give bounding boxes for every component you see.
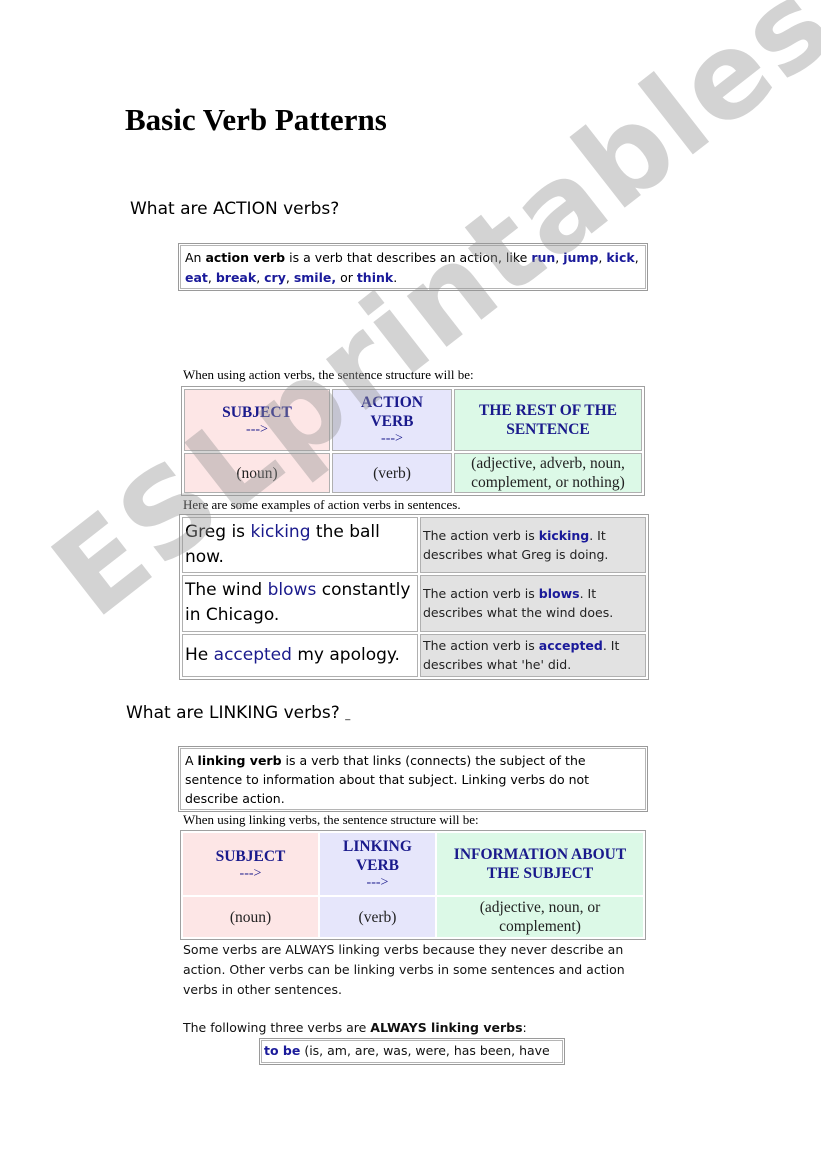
heading-text: What are LINKING verbs?	[126, 703, 340, 723]
highlighted-verb: blows	[538, 586, 580, 602]
header-label: INFORMATION ABOUT THE SUBJECT	[453, 846, 627, 882]
example-verb: eat	[185, 270, 208, 285]
header-label: SUBJECT	[215, 847, 286, 865]
header-label: THE REST OF THE SENTENCE	[479, 402, 617, 438]
sentence-text: Greg is	[185, 522, 251, 543]
header-verb: ACTION VERB --->	[332, 389, 452, 451]
to-be-box: to be (is, am, are, was, were, has been,…	[259, 1038, 565, 1065]
example-verb: smile	[293, 270, 332, 285]
examples-intro: Here are some examples of action verbs i…	[183, 497, 461, 512]
highlighted-verb: kicking	[250, 522, 311, 543]
explanation-text: The action verb is	[423, 528, 539, 544]
value-info: (adjective, noun, or complement)	[437, 897, 643, 937]
table-row: Greg is kicking the ball now. The action…	[182, 517, 646, 574]
sentence-text: my apology.	[291, 644, 400, 665]
header-label: SUBJECT	[222, 403, 292, 421]
example-explanation: The action verb is accepted. It describe…	[420, 633, 646, 677]
arrow-icon: --->	[239, 865, 262, 881]
header-subject: SUBJECT --->	[184, 389, 330, 451]
to-be-term: to be	[264, 1043, 301, 1058]
linking-structure-intro: When using linking verbs, the sentence s…	[183, 812, 479, 827]
following-verbs-line: The following three verbs are ALWAYS lin…	[183, 1018, 527, 1038]
arrow-icon: --->	[366, 875, 389, 890]
action-verbs-heading: What are ACTION verbs?	[130, 199, 340, 219]
highlighted-verb: kicking	[538, 528, 590, 544]
highlighted-verb: accepted	[213, 644, 292, 665]
definition-text: is a verb that describes an action, like	[285, 250, 532, 265]
linking-verb-definition: A linking verb is a verb that links (con…	[178, 746, 648, 812]
definition-term: action verb	[205, 250, 286, 265]
header-info: INFORMATION ABOUT THE SUBJECT	[437, 833, 643, 895]
header-label: ACTION VERB	[360, 394, 423, 430]
value-rest: (adjective, adverb, noun, complement, or…	[454, 453, 642, 493]
example-sentence: The wind blows constantly in Chicago.	[182, 575, 418, 632]
example-verb: jump	[563, 250, 599, 265]
definition-text: .	[393, 270, 398, 285]
value-subject: (noun)	[184, 453, 330, 493]
table-row: He accepted my apology. The action verb …	[182, 633, 646, 677]
value-verb: (verb)	[332, 453, 452, 493]
sentence-text: The wind	[185, 580, 268, 601]
to-be-forms: (is, am, are, was, were, has been, have	[300, 1043, 550, 1058]
examples-table: Greg is kicking the ball now. The action…	[179, 514, 649, 680]
action-structure-table: SUBJECT ---> ACTION VERB ---> THE REST O…	[181, 386, 645, 496]
definition-text: or	[336, 270, 357, 285]
heading-suffix: _	[345, 710, 351, 721]
example-explanation: The action verb is kicking. It describes…	[420, 517, 646, 574]
definition-term: linking verb	[197, 753, 282, 768]
definition-text: A	[185, 753, 198, 768]
always-linking-paragraph: Some verbs are ALWAYS linking verbs beca…	[183, 942, 625, 997]
following-text: :	[522, 1020, 527, 1035]
explanation-text: The action verb is	[423, 586, 539, 602]
example-verb: think	[356, 270, 394, 285]
header-label: LINKING VERB	[343, 838, 412, 874]
example-verb: break	[215, 270, 257, 285]
linking-structure-table: SUBJECT ---> LINKING VERB ---> INFORMATI…	[180, 830, 646, 940]
example-explanation: The action verb is blows. It describes w…	[420, 575, 646, 632]
value-verb: (verb)	[319, 897, 435, 937]
header-verb: LINKING VERB --->	[319, 833, 435, 895]
following-text: The following three verbs are	[183, 1020, 371, 1035]
example-sentence: He accepted my apology.	[182, 633, 418, 677]
example-sentence: Greg is kicking the ball now.	[182, 517, 418, 574]
value-subject: (noun)	[183, 897, 318, 937]
highlighted-verb: accepted	[538, 638, 603, 654]
sentence-text: He	[185, 644, 214, 665]
table-row: The wind blows constantly in Chicago. Th…	[182, 575, 646, 632]
header-rest: THE REST OF THE SENTENCE	[454, 389, 642, 451]
action-structure-intro: When using action verbs, the sentence st…	[183, 367, 474, 382]
action-verb-definition: An action verb is a verb that describes …	[178, 243, 648, 291]
definition-text: An	[185, 250, 206, 265]
following-bold: ALWAYS linking verbs	[370, 1020, 523, 1035]
example-verb: run	[531, 250, 556, 265]
explanation-text: The action verb is	[423, 638, 539, 654]
linking-verbs-heading: What are LINKING verbs? _	[126, 703, 350, 723]
example-verb: cry	[264, 270, 286, 285]
example-verb: kick	[606, 250, 635, 265]
page-title: Basic Verb Patterns	[125, 102, 387, 137]
arrow-icon: --->	[246, 421, 268, 437]
highlighted-verb: blows	[267, 580, 317, 601]
header-subject: SUBJECT --->	[183, 833, 318, 895]
arrow-icon: --->	[381, 431, 403, 446]
